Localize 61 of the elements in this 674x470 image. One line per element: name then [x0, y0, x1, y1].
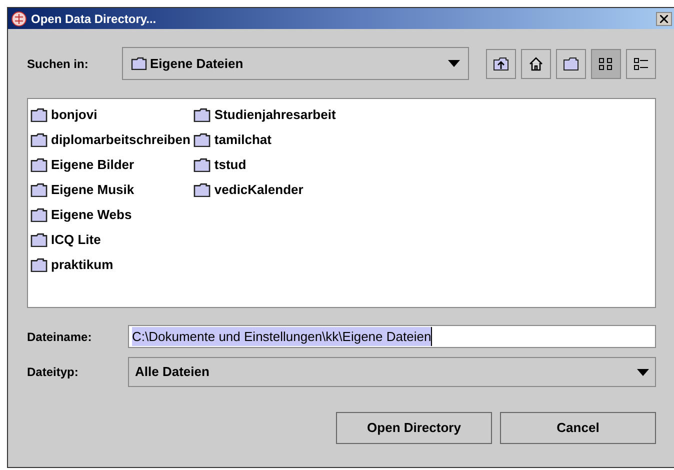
toolbar-button[interactable]	[591, 48, 621, 78]
folder-name: ICQ Lite	[51, 230, 101, 249]
file-type-value: Alle Dateien	[135, 363, 210, 382]
folder-icon	[563, 56, 579, 70]
toolbar-button[interactable]	[486, 48, 516, 78]
folder-icon	[30, 132, 48, 146]
folder-name: Studienjahresarbeit	[214, 106, 336, 124]
file-type-dropdown[interactable]: Alle Dateien	[128, 357, 656, 387]
folder-icon	[131, 57, 147, 70]
file-name-value: C:\Dokumente und Einstellungen\kk\Eigene Dateien	[132, 326, 432, 346]
folder-name: Eigene Bilder	[51, 156, 134, 174]
folder-icon	[193, 158, 212, 172]
folder-name: tamilchat	[214, 130, 272, 149]
file-name-label: Dateiname:	[27, 328, 93, 346]
folder-icon	[30, 158, 48, 172]
folder-icon	[193, 182, 212, 196]
folder-name: Eigene Webs	[51, 206, 132, 224]
folder-item[interactable]: Eigene Musik	[30, 177, 192, 202]
file-type-label: Dateityp:	[27, 364, 80, 381]
app-icon	[11, 10, 27, 26]
toolbar-button[interactable]	[556, 48, 586, 78]
folder-name: Eigene Musik	[51, 180, 134, 199]
folder-item[interactable]: tamilchat	[193, 127, 338, 152]
folder-name: vedicKalender	[214, 180, 304, 199]
folder-item[interactable]: ICQ Lite	[30, 227, 192, 252]
folder-name: bonjovi	[51, 106, 98, 124]
folder-item[interactable]: Eigene Bilder	[30, 152, 192, 177]
window-title: Open Data Directory...	[31, 10, 158, 28]
folder-item[interactable]: tstud	[193, 152, 338, 177]
look-in-value: Eigene Dateien	[150, 54, 244, 73]
details-view-icon	[633, 56, 649, 70]
list-view-icon	[598, 56, 614, 70]
close-icon	[660, 14, 668, 22]
folder-name: tstud	[214, 156, 246, 174]
folder-icon	[193, 132, 212, 146]
folder-up-icon	[493, 56, 509, 70]
folder-icon	[30, 208, 48, 222]
folder-item[interactable]: Studienjahresarbeit	[193, 102, 338, 127]
dropdown-caret-icon	[637, 368, 649, 376]
look-in-dropdown[interactable]: Eigene Dateien	[122, 47, 469, 80]
folder-name: diplomarbeitschreiben	[51, 130, 190, 149]
folder-icon	[30, 182, 48, 196]
folder-name: praktikum	[51, 256, 114, 274]
folder-icon	[30, 108, 48, 122]
folder-item[interactable]: praktikum	[30, 252, 192, 277]
dropdown-caret-icon	[448, 60, 460, 67]
file-name-field[interactable]: C:\Dokumente und Einstellungen\kk\Eigene Dateien	[128, 325, 656, 348]
folder-item[interactable]: Eigene Webs	[30, 202, 192, 227]
dialog-button[interactable]: Cancel	[500, 412, 656, 444]
toolbar-button[interactable]	[626, 48, 656, 78]
folder-item[interactable]: vedicKalender	[193, 177, 338, 202]
folder-icon	[30, 258, 48, 272]
folder-item[interactable]: diplomarbeitschreiben	[30, 127, 192, 152]
look-in-label: Suchen in:	[27, 56, 90, 72]
folder-icon	[30, 232, 48, 246]
dialog-button[interactable]: Open Directory	[336, 412, 492, 444]
folder-item[interactable]: bonjovi	[30, 102, 192, 127]
home-icon	[528, 56, 544, 70]
folder-icon	[193, 108, 212, 122]
toolbar-button[interactable]	[521, 48, 551, 78]
close-button[interactable]	[656, 12, 672, 26]
